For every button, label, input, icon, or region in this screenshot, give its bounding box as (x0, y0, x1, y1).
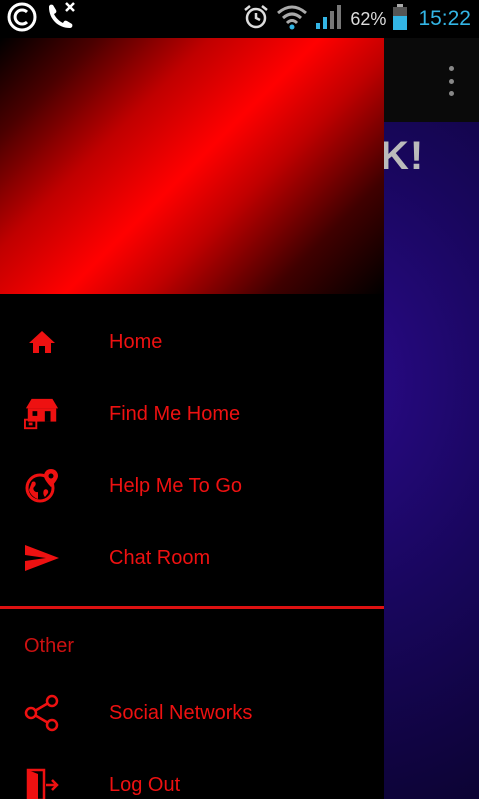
drawer-item-label: Home (109, 330, 163, 353)
drawer-item-home[interactable]: Home (0, 306, 384, 378)
drawer-item-label: Chat Room (109, 546, 211, 569)
background-title-fragment: K! (380, 134, 425, 178)
navigation-drawer: Home Find Me Home Help Me To Go Chat Roo… (0, 38, 384, 799)
drawer-other-menu: Social Networks Log Out (0, 677, 384, 799)
missed-call-icon (44, 1, 78, 38)
drawer-item-find-me-home[interactable]: Find Me Home (0, 378, 384, 450)
alarm-icon (242, 3, 270, 36)
status-bar: 62% 15:22 (0, 0, 479, 38)
copyright-app-icon (6, 1, 38, 38)
drawer-item-log-out[interactable]: Log Out (0, 749, 384, 799)
drawer-item-chat-room[interactable]: Chat Room (0, 522, 384, 594)
wifi-icon (276, 4, 308, 35)
section-title-other: Other (24, 634, 75, 657)
drawer-item-label: Find Me Home (109, 402, 241, 425)
drawer-item-help-me-to-go[interactable]: Help Me To Go (0, 450, 384, 522)
drawer-item-label: Log Out (109, 773, 181, 796)
battery-icon (392, 3, 408, 36)
drawer-divider (0, 606, 384, 609)
clock: 15:22 (418, 7, 471, 30)
drawer-main-menu: Home Find Me Home Help Me To Go Chat Roo… (0, 306, 384, 594)
signal-icon (314, 3, 344, 36)
send-icon (24, 540, 60, 576)
home-icon (24, 324, 60, 360)
drawer-item-social-networks[interactable]: Social Networks (0, 677, 384, 749)
drawer-header-banner (0, 38, 384, 294)
globe-pin-icon (24, 468, 60, 504)
share-icon (24, 694, 60, 732)
drawer-item-label: Help Me To Go (109, 474, 243, 497)
overflow-menu-icon[interactable] (443, 66, 459, 96)
house-sale-icon (24, 396, 60, 432)
battery-percent: 62% (350, 8, 387, 29)
logout-icon (24, 767, 60, 799)
drawer-item-label: Social Networks (109, 701, 253, 724)
